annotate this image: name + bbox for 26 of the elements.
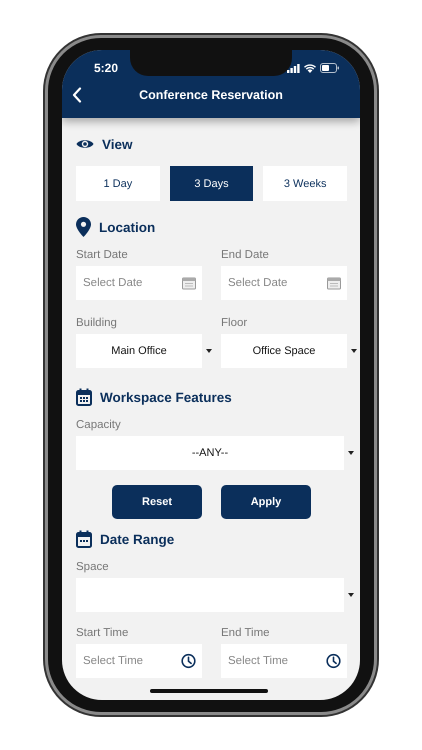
date-field[interactable]: Select Date [221,266,347,300]
status-time: 5:20 [94,61,118,75]
field-label: Space [76,561,110,573]
field-label: Capacity [76,419,122,431]
dropdown-field[interactable]: --ANY-- [76,436,344,470]
field-label: End Date [221,249,270,261]
dropdown-field[interactable]: Office Space [221,334,347,368]
field-label: End Time [221,627,271,639]
field-label: Start Time [76,627,130,639]
section-heading: Location [99,220,156,234]
section-heading: View [102,136,133,152]
view-tab[interactable]: 3 Weeks [263,166,348,201]
view-tab[interactable]: 1 Day [76,166,160,201]
field-label: Start Date [76,249,129,261]
dropdown-field[interactable]: Main Office [76,334,202,368]
apply-button[interactable]: Apply [221,485,311,519]
screen-title: Conference Reservation [138,88,284,102]
field-label: Building [76,317,118,329]
time-field[interactable]: Select Time [76,644,202,678]
view-tab[interactable]: 3 Days [170,166,254,201]
section-heading: Date Range [100,532,174,546]
time-field[interactable]: Select Time [221,644,347,678]
section-heading: Workspace Features [100,390,232,404]
date-field[interactable]: Select Date [76,266,202,300]
field-label: Floor [221,317,248,329]
reset-button[interactable]: Reset [112,485,202,519]
